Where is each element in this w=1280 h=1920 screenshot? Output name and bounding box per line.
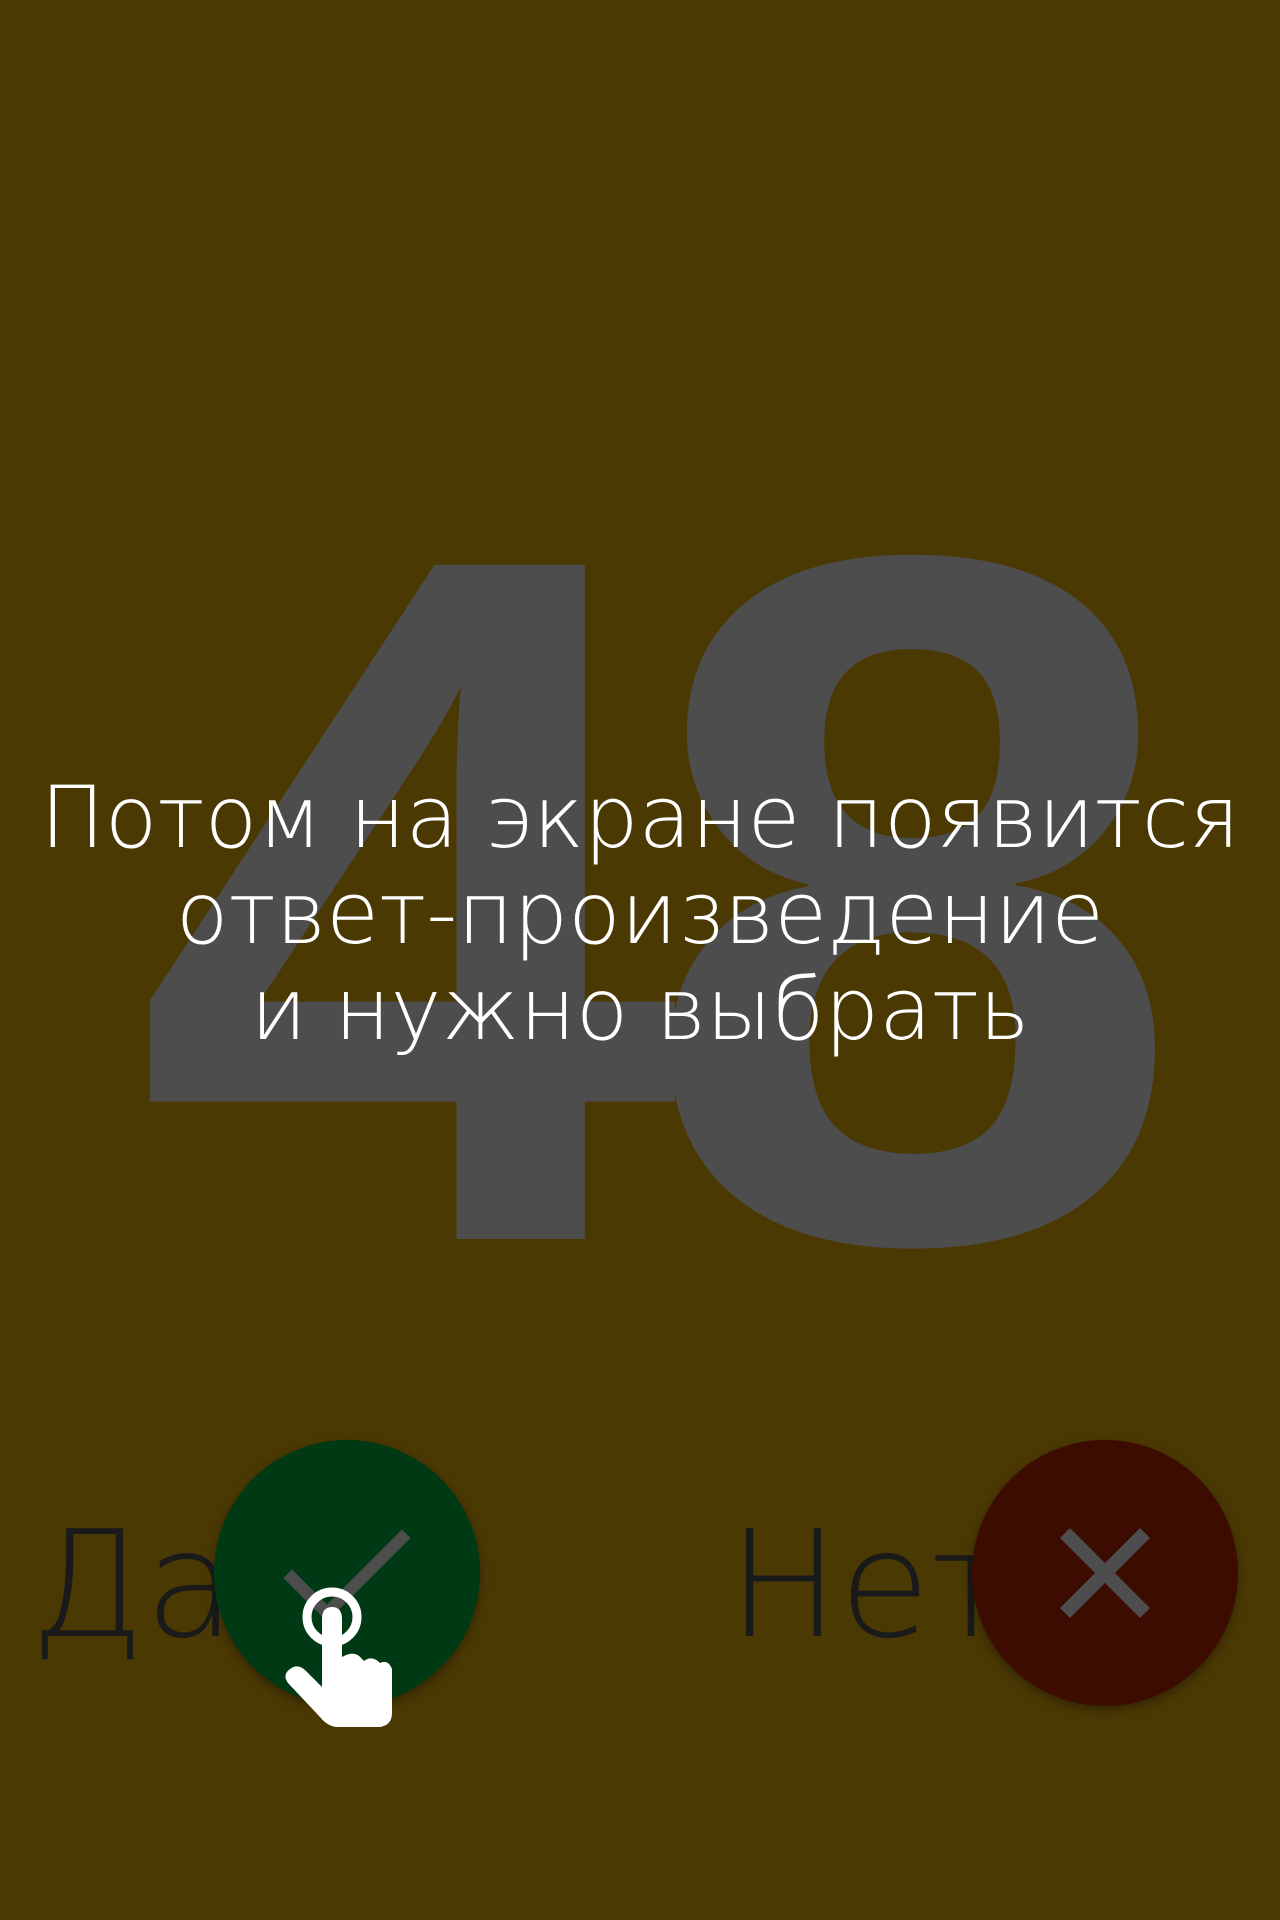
instruction-line-1: Потом на экране появится [40, 768, 1240, 868]
no-button[interactable] [972, 1440, 1238, 1706]
instruction-line-2: ответ-произведение [175, 864, 1105, 964]
close-icon [1060, 1528, 1150, 1618]
instruction-line-3: и нужно выбрать [250, 960, 1030, 1060]
game-screen: 48 Потом на экране появится ответ-произв… [0, 0, 1280, 1920]
instruction-text: Потом на экране появится ответ-произведе… [0, 770, 1280, 1058]
no-label: Нет [728, 1499, 1012, 1671]
yes-label: Да [30, 1499, 236, 1671]
tap-hand-icon [285, 1587, 392, 1727]
